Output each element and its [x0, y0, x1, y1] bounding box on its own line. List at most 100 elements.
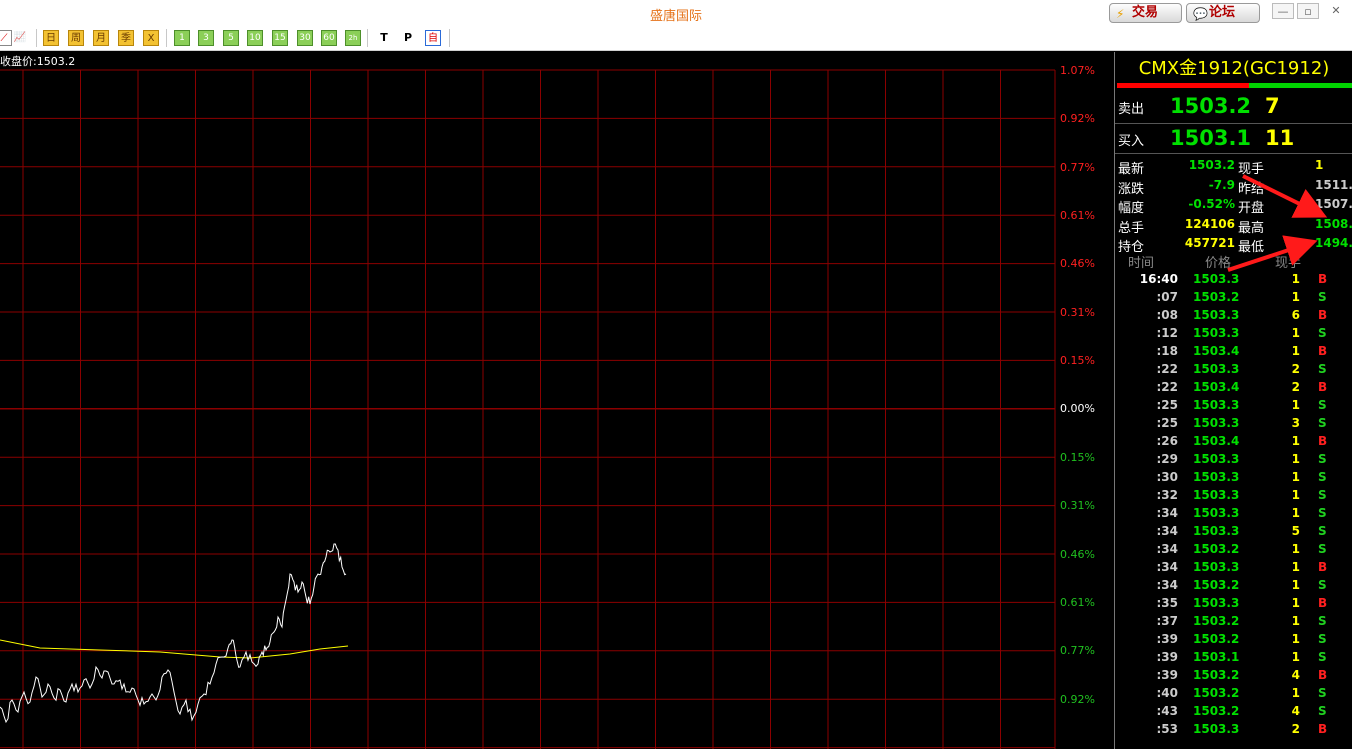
custom-button[interactable]: 自 — [425, 30, 441, 46]
tick-header-volume: 现手 — [1275, 256, 1302, 271]
trade-button-label: 交易 — [1132, 5, 1159, 20]
tick-price: 1503.3 — [1193, 308, 1240, 322]
stat-value: 1508.0 — [1315, 216, 1352, 231]
tick-time: :37 — [1156, 614, 1179, 628]
t-button[interactable]: T — [376, 30, 392, 46]
pct-label-down: 0.15% — [1060, 451, 1095, 464]
tick-price: 1503.2 — [1193, 614, 1240, 628]
pct-label-up: 0.31% — [1060, 306, 1095, 319]
tick-direction: S — [1318, 398, 1327, 412]
chart-mode-icon[interactable]: ⟋ — [0, 30, 12, 46]
tick-time: :18 — [1156, 344, 1179, 358]
period-quarter-button[interactable]: 季 — [118, 30, 134, 46]
period-x-button[interactable]: X — [143, 30, 159, 46]
stat-value: 1503.2 — [1188, 158, 1235, 172]
stat-label: 最低 — [1238, 240, 1265, 255]
tick-time: :32 — [1156, 488, 1179, 502]
lightning-icon: ⚡ — [1116, 7, 1125, 21]
toolbar: ⟋ 📈 日 周 月 季 X 1 3 5 10 15 30 60 2h T P 自 — [0, 26, 1352, 51]
p-button[interactable]: P — [400, 30, 416, 46]
maximize-button[interactable]: ▫ — [1297, 3, 1319, 19]
trade-button[interactable]: ⚡ 交易 — [1109, 3, 1182, 23]
tick-time: :22 — [1156, 380, 1179, 394]
hour-2-button[interactable]: 2h — [345, 30, 361, 46]
pct-label-down: 0.77% — [1060, 644, 1095, 657]
tick-time: :35 — [1156, 596, 1179, 610]
tick-row: :22 1503.4 2 B — [1115, 380, 1352, 398]
tick-row: :30 1503.3 1 S — [1115, 470, 1352, 488]
minute-10-button[interactable]: 10 — [247, 30, 263, 46]
tick-price: 1503.3 — [1193, 398, 1240, 412]
tick-time: :39 — [1156, 668, 1179, 682]
period-month-button[interactable]: 月 — [93, 30, 109, 46]
tick-price: 1503.2 — [1193, 668, 1240, 682]
forum-button-label: 论坛 — [1209, 5, 1236, 20]
minimize-button[interactable]: — — [1272, 3, 1294, 19]
tick-time: :40 — [1156, 686, 1179, 700]
minute-1-button[interactable]: 1 — [174, 30, 190, 46]
tick-time: :29 — [1156, 452, 1179, 466]
tick-volume: 1 — [1291, 686, 1300, 700]
tick-row: :34 1503.2 1 S — [1115, 542, 1352, 560]
tick-price: 1503.3 — [1193, 596, 1240, 610]
sell-label: 卖出 — [1118, 102, 1145, 117]
intraday-chart[interactable]: 收盘价:1503.2 1.07% 0.92% 0.77% 0.61% 0.46%… — [0, 52, 1114, 749]
minute-3-button[interactable]: 3 — [198, 30, 214, 46]
toolbar-separator — [449, 29, 450, 47]
tick-row: :25 1503.3 1 S — [1115, 398, 1352, 416]
tick-direction: B — [1318, 668, 1328, 682]
minute-30-button[interactable]: 30 — [297, 30, 313, 46]
tick-price: 1503.4 — [1193, 344, 1240, 358]
tick-price: 1503.3 — [1193, 506, 1240, 520]
close-window-button[interactable]: ✕ — [1325, 3, 1347, 19]
tick-price: 1503.3 — [1193, 326, 1240, 340]
tick-direction: S — [1318, 416, 1327, 430]
line-chart-icon[interactable]: 📈 — [12, 30, 28, 46]
tick-volume: 2 — [1291, 380, 1300, 394]
stat-value: 1494.3 — [1315, 236, 1352, 250]
divider — [1115, 123, 1352, 124]
stat-value: 1511.1 — [1315, 177, 1352, 192]
period-day-button[interactable]: 日 — [43, 30, 59, 46]
tick-direction: B — [1318, 560, 1328, 574]
tick-row: :34 1503.3 5 S — [1115, 524, 1352, 542]
tick-direction: S — [1318, 650, 1327, 664]
tick-row: :29 1503.3 1 S — [1115, 452, 1352, 470]
tick-volume: 1 — [1291, 344, 1300, 358]
tick-row: :26 1503.4 1 B — [1115, 434, 1352, 452]
tick-row: :22 1503.3 2 S — [1115, 362, 1352, 380]
bid-row: 买入 1503.1 11 — [1115, 126, 1352, 156]
tick-row: 16:40 1503.3 1 B — [1115, 272, 1352, 290]
tick-row: :32 1503.3 1 S — [1115, 488, 1352, 506]
tick-direction: S — [1318, 578, 1327, 592]
period-week-button[interactable]: 周 — [68, 30, 84, 46]
minute-5-button[interactable]: 5 — [223, 30, 239, 46]
tick-row: :07 1503.2 1 S — [1115, 290, 1352, 308]
forum-button[interactable]: 💬 论坛 — [1186, 3, 1260, 23]
quote-panel: CMX金1912(GC1912) 卖出 1503.2 7 买入 1503.1 1… — [1114, 52, 1352, 749]
tick-volume: 1 — [1291, 326, 1300, 340]
tick-row: :39 1503.1 1 S — [1115, 650, 1352, 668]
stat-value: -0.52% — [1188, 197, 1235, 211]
toolbar-separator — [367, 29, 368, 47]
stat-value: 457721 — [1184, 236, 1235, 250]
tick-price: 1503.3 — [1193, 416, 1240, 430]
tick-row: :34 1503.3 1 B — [1115, 560, 1352, 578]
tick-row: :12 1503.3 1 S — [1115, 326, 1352, 344]
close-price-label: 收盘价:1503.2 — [0, 55, 76, 68]
minute-15-button[interactable]: 15 — [272, 30, 288, 46]
tick-price: 1503.3 — [1193, 560, 1240, 574]
tick-volume: 1 — [1291, 488, 1300, 502]
average-price-line — [0, 639, 349, 659]
pct-label-down: 0.31% — [1060, 499, 1095, 512]
tick-time: :34 — [1156, 542, 1179, 556]
tick-price: 1503.2 — [1193, 686, 1240, 700]
tick-row: :39 1503.2 4 B — [1115, 668, 1352, 686]
tick-direction: B — [1318, 308, 1328, 322]
tick-volume: 1 — [1291, 632, 1300, 646]
stat-value: 1 — [1315, 158, 1324, 172]
tick-row: :34 1503.3 1 S — [1115, 506, 1352, 524]
minute-60-button[interactable]: 60 — [321, 30, 337, 46]
tick-row: :43 1503.2 4 S — [1115, 704, 1352, 722]
tick-price: 1503.3 — [1193, 362, 1240, 376]
